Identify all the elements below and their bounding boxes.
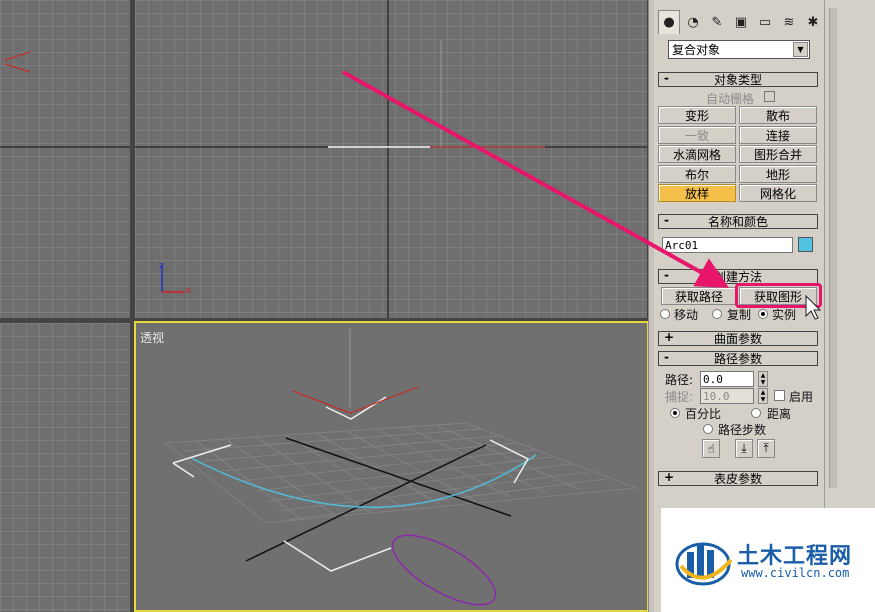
hierarchy-tab-icon[interactable]: ✎ — [706, 10, 728, 34]
perspective-scene — [164, 329, 637, 606]
object-color-swatch[interactable] — [798, 237, 813, 252]
collapse-icon: - — [664, 213, 669, 227]
conform-button[interactable]: 一致 — [658, 126, 736, 144]
viewport-area: z x 透视 — [0, 0, 652, 612]
instance-label: 实例 — [772, 308, 797, 322]
auto-grid-label: 自动栅格 — [706, 92, 755, 106]
civilcn-logo-icon — [675, 542, 733, 586]
blobmesh-button[interactable]: 水滴网格 — [658, 145, 736, 163]
collapse-icon: - — [664, 268, 669, 282]
copy-radio[interactable] — [712, 309, 722, 319]
top-left-gizmo — [0, 51, 130, 148]
display-tab-icon[interactable]: ▭ — [754, 10, 776, 34]
utilities-tab-icon[interactable]: ✱ — [802, 10, 824, 34]
mesher-button[interactable]: 网格化 — [739, 184, 817, 202]
percentage-radio[interactable] — [670, 408, 680, 418]
loft-button[interactable]: 放样 — [658, 184, 736, 202]
name-color-title: 名称和颜色 — [707, 215, 768, 229]
motion-tab-icon[interactable]: ▣ — [730, 10, 752, 34]
instance-radio[interactable] — [758, 309, 768, 319]
path-params-header[interactable]: - 路径参数 — [658, 350, 818, 366]
viewport-top-left[interactable] — [0, 0, 130, 318]
axis-z-label: z — [159, 261, 164, 271]
snap-label: 捕捉: — [665, 390, 694, 404]
front-viewport-drawing: z x — [135, 0, 647, 318]
get-path-button[interactable]: 获取路径 — [661, 287, 737, 305]
prev-shape-icon[interactable]: ⤓ — [735, 439, 753, 458]
path-steps-radio[interactable] — [703, 424, 713, 434]
terrain-button[interactable]: 地形 — [739, 165, 817, 183]
expand-icon: + — [664, 330, 675, 344]
morph-button[interactable]: 变形 — [658, 106, 736, 124]
path-value-input[interactable] — [700, 371, 754, 387]
surface-params-title: 曲面参数 — [713, 332, 762, 346]
watermark-url: www.civilcn.com — [741, 566, 850, 580]
boolean-button[interactable]: 布尔 — [658, 165, 736, 183]
viewport-bottom-left[interactable] — [0, 323, 130, 612]
move-label: 移动 — [674, 308, 699, 322]
path-spinner[interactable]: ▲ ▼ — [758, 371, 768, 387]
axis-x-label: x — [186, 286, 192, 296]
panel-tabs: ● ◔ ✎ ▣ ▭ ≋ ✱ — [658, 10, 824, 36]
path-params-title: 路径参数 — [713, 352, 762, 366]
connect-button[interactable]: 连接 — [739, 126, 817, 144]
viewport-perspective[interactable]: 透视 — [134, 321, 649, 612]
next-shape-icon[interactable]: ⤒ — [757, 439, 775, 458]
skin-params-title: 表皮参数 — [713, 472, 762, 486]
object-type-title: 对象类型 — [713, 73, 762, 87]
path-label: 路径: — [665, 373, 694, 387]
skin-params-header[interactable]: + 表皮参数 — [658, 470, 818, 486]
path-steps-label: 路径步数 — [718, 423, 767, 437]
scatter-button[interactable]: 散布 — [739, 106, 817, 124]
auto-grid-checkbox[interactable] — [764, 91, 775, 102]
chevron-down-icon[interactable]: ▼ — [793, 42, 808, 57]
snap-value-input[interactable] — [700, 388, 754, 404]
get-shape-highlight — [735, 283, 822, 308]
scroll-track[interactable] — [829, 8, 837, 488]
move-radio[interactable] — [660, 309, 670, 319]
collapse-icon: - — [664, 350, 669, 364]
snap-spinner[interactable]: ▲ ▼ — [758, 388, 768, 404]
shapemerge-button[interactable]: 图形合并 — [739, 145, 817, 163]
pick-shape-icon[interactable]: ☝ — [702, 439, 720, 458]
creation-method-header[interactable]: - 创建方法 — [658, 268, 818, 284]
expand-icon: + — [664, 470, 675, 484]
percentage-label: 百分比 — [685, 407, 722, 421]
distance-label: 距离 — [767, 407, 792, 421]
category-dropdown[interactable]: 复合对象 ▼ — [668, 40, 810, 59]
category-value: 复合对象 — [672, 43, 721, 57]
enable-label: 启用 — [789, 390, 814, 404]
name-color-header[interactable]: - 名称和颜色 — [658, 213, 818, 229]
object-name-input[interactable] — [662, 237, 793, 253]
surface-params-header[interactable]: + 曲面参数 — [658, 330, 818, 346]
copy-label: 复制 — [727, 308, 752, 322]
object-type-header[interactable]: - 对象类型 — [658, 71, 818, 87]
spacewarp-tab-icon[interactable]: ≋ — [778, 10, 800, 34]
viewport-front[interactable]: z x — [135, 0, 647, 318]
modify-tab-icon[interactable]: ◔ — [682, 10, 704, 34]
create-tab-icon[interactable]: ● — [658, 10, 680, 34]
watermark: 土木工程网 www.civilcn.com — [661, 508, 875, 612]
enable-checkbox[interactable] — [774, 390, 785, 401]
distance-radio[interactable] — [751, 408, 761, 418]
collapse-icon: - — [664, 71, 669, 85]
